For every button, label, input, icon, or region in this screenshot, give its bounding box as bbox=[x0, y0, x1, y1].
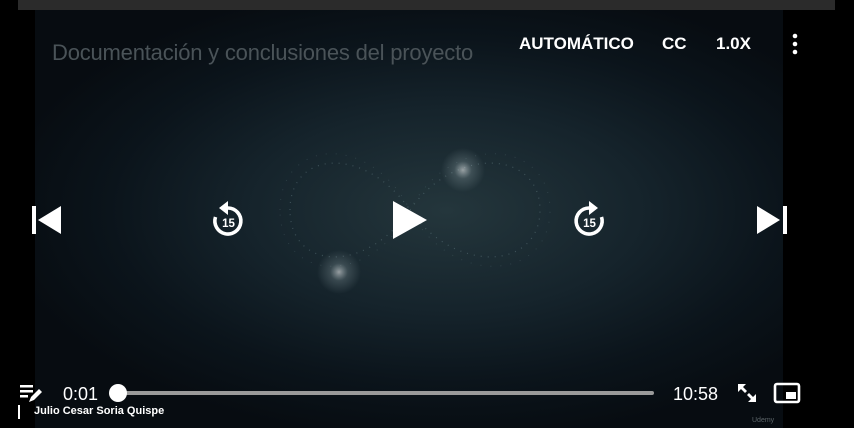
duration-time: 10:58 bbox=[673, 384, 719, 404]
picture-in-picture-icon bbox=[773, 382, 801, 404]
progress-thumb[interactable] bbox=[109, 384, 127, 402]
next-button[interactable] bbox=[755, 204, 789, 239]
speed-button[interactable]: 1.0X bbox=[716, 34, 751, 54]
user-name: Julio Cesar Soria Quispe bbox=[34, 405, 165, 417]
play-icon bbox=[393, 201, 427, 239]
more-vertical-icon bbox=[792, 33, 798, 55]
current-time: 0:01 bbox=[63, 384, 99, 404]
edit-note-icon bbox=[20, 385, 42, 402]
quality-button[interactable]: AUTOMÁTICO bbox=[519, 34, 634, 54]
forward-seconds-label: 15 bbox=[583, 218, 596, 230]
progress-track[interactable] bbox=[117, 391, 654, 395]
rewind-button[interactable]: 15 bbox=[208, 200, 248, 243]
more-options-button[interactable] bbox=[786, 32, 804, 56]
captions-button[interactable]: CC bbox=[662, 34, 687, 54]
skip-next-icon bbox=[757, 206, 787, 234]
text-cursor bbox=[18, 405, 20, 419]
forward-15-icon: 15 bbox=[574, 201, 604, 236]
expand-icon bbox=[738, 384, 756, 402]
forward-button[interactable]: 15 bbox=[569, 200, 609, 243]
previous-button[interactable] bbox=[30, 204, 64, 239]
lecture-title: Documentación y conclusiones del proyect… bbox=[52, 40, 474, 65]
pip-button[interactable] bbox=[773, 381, 801, 408]
play-button[interactable] bbox=[388, 198, 430, 245]
top-strip bbox=[18, 0, 835, 10]
watermark: Udemy bbox=[752, 417, 775, 424]
skip-previous-icon bbox=[32, 206, 61, 234]
fullscreen-button[interactable] bbox=[736, 382, 758, 407]
rewind-seconds-label: 15 bbox=[222, 218, 235, 230]
replay-15-icon: 15 bbox=[213, 201, 243, 236]
